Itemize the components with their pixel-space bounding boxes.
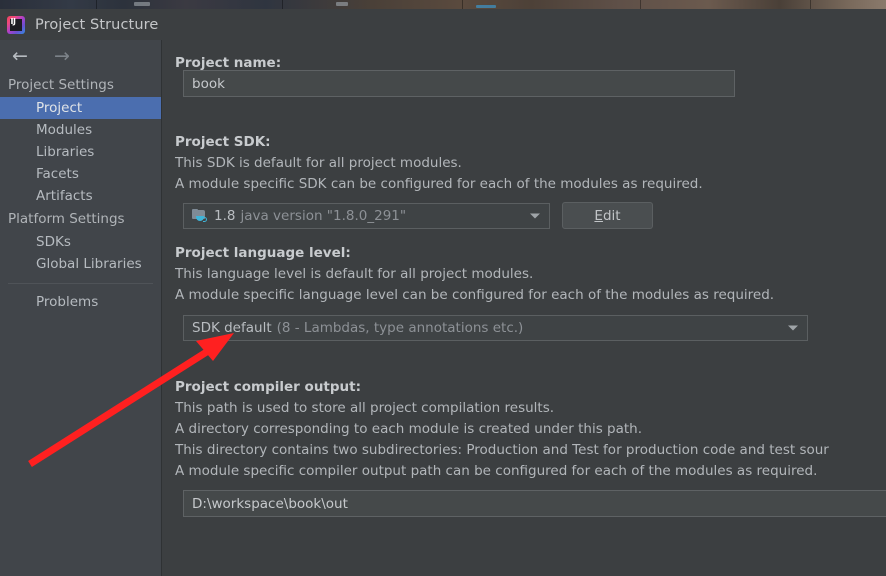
project-sdk-label: Project SDK:	[175, 134, 271, 150]
chevron-down-icon[interactable]	[530, 213, 540, 219]
sidebar-item-facets[interactable]: Facets	[0, 163, 161, 185]
compiler-output-path-value: D:\workspace\book\out	[192, 495, 348, 512]
background-desktop-strip	[0, 0, 886, 9]
sidebar-item-label: Artifacts	[36, 188, 93, 204]
project-structure-dialog: IJ Project Structure ← → Project Setting…	[0, 9, 886, 576]
project-name-label: Project name:	[175, 55, 282, 71]
sidebar-item-artifacts[interactable]: Artifacts	[0, 185, 161, 207]
sidebar-item-libraries[interactable]: Libraries	[0, 141, 161, 163]
project-name-input[interactable]: book	[183, 70, 735, 97]
java-sdk-folder-icon	[192, 209, 208, 223]
compiler-output-description-line-1: This path is used to store all project c…	[175, 400, 555, 416]
project-sdk-description-line-2: A module specific SDK can be configured …	[175, 176, 703, 192]
project-sdk-version: java version "1.8.0_291"	[240, 208, 407, 224]
chevron-down-icon[interactable]	[788, 325, 798, 331]
sidebar-item-modules[interactable]: Modules	[0, 119, 161, 141]
intellij-idea-logo-icon: IJ	[7, 15, 25, 34]
sidebar-item-label: Libraries	[36, 144, 95, 160]
compiler-output-description-line-4: A module specific compiler output path c…	[175, 463, 818, 479]
compiler-output-path-input[interactable]: D:\workspace\book\out	[183, 490, 886, 517]
language-level-combobox[interactable]: SDK default (8 - Lambdas, type annotatio…	[183, 315, 808, 341]
arrow-left-icon[interactable]: ←	[6, 46, 34, 68]
sidebar-item-problems[interactable]: Problems	[0, 291, 161, 313]
sidebar-item-global-libraries[interactable]: Global Libraries	[0, 253, 161, 275]
compiler-output-description-line-2: A directory corresponding to each module…	[175, 421, 643, 437]
sidebar-item-label: Global Libraries	[36, 256, 142, 272]
sidebar-item-project[interactable]: Project	[0, 97, 161, 119]
language-level-value: SDK default	[192, 320, 272, 336]
language-level-detail: (8 - Lambdas, type annotations etc.)	[276, 320, 524, 336]
arrow-right-icon[interactable]: →	[48, 46, 76, 68]
sidebar-item-label: SDKs	[36, 234, 71, 250]
language-level-label: Project language level:	[175, 245, 351, 261]
language-level-description-line-2: A module specific language level can be …	[175, 287, 775, 303]
compiler-output-description-line-3: This directory contains two subdirectori…	[175, 442, 829, 458]
sidebar-group-platform-settings: Platform Settings	[8, 211, 125, 227]
sidebar-navigation-bar: ← →	[0, 40, 161, 73]
project-sdk-combobox[interactable]: 1.8 java version "1.8.0_291"	[183, 203, 550, 229]
edit-button-mnemonic: E	[594, 207, 603, 224]
sidebar-item-label: Project	[36, 100, 83, 116]
dialog-titlebar: IJ Project Structure	[0, 9, 886, 40]
sidebar-group-project-settings: Project Settings	[8, 77, 114, 93]
edit-button-label-rest: dit	[602, 207, 621, 224]
sidebar-item-label: Facets	[36, 166, 79, 182]
sidebar-divider	[8, 283, 153, 284]
edit-sdk-button[interactable]: Edit	[562, 202, 653, 229]
settings-sidebar: ← → Project Settings Project Modules Lib…	[0, 40, 162, 576]
project-name-value: book	[192, 75, 225, 92]
sidebar-item-label: Modules	[36, 122, 93, 138]
compiler-output-label: Project compiler output:	[175, 379, 362, 395]
sidebar-item-label: Problems	[36, 294, 99, 310]
dialog-title: Project Structure	[35, 16, 159, 33]
project-sdk-description-line-1: This SDK is default for all project modu…	[175, 155, 462, 171]
project-settings-panel: Project name: book Project SDK: This SDK…	[162, 40, 886, 576]
language-level-description-line-1: This language level is default for all p…	[175, 266, 534, 282]
project-sdk-name: 1.8	[214, 208, 236, 224]
sidebar-item-sdks[interactable]: SDKs	[0, 231, 161, 253]
